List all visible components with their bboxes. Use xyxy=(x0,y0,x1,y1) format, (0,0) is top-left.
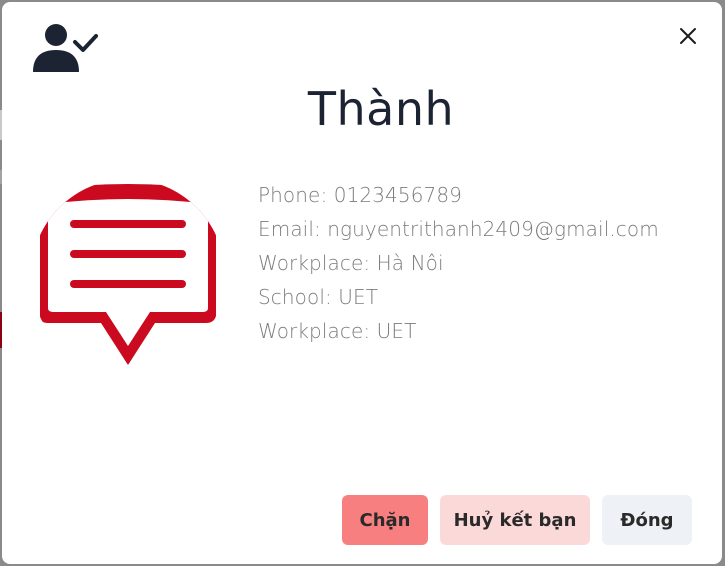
close-button[interactable] xyxy=(674,22,702,50)
profile-modal: Thành Phone: 0123456789 Email: nguyentri… xyxy=(2,2,722,564)
user-check-icon xyxy=(32,22,98,76)
unfriend-button[interactable]: Huỷ kết bạn xyxy=(440,495,590,545)
modal-footer: Chặn Huỷ kết bạn Đóng xyxy=(342,495,692,545)
email-text: Email: nguyentrithanh2409@gmail.com xyxy=(258,217,659,241)
avatar xyxy=(32,180,224,370)
close-icon xyxy=(680,28,696,44)
workplace-text: Workplace: Hà Nôi xyxy=(258,251,444,275)
block-button[interactable]: Chặn xyxy=(342,495,428,545)
profile-details: Phone: 0123456789 Email: nguyentrithanh2… xyxy=(258,180,659,350)
chat-bubble-icon xyxy=(32,180,224,370)
phone-text: Phone: 0123456789 xyxy=(258,183,462,207)
school-text: School: UET xyxy=(258,285,379,309)
workplace-text-2: Workplace: UET xyxy=(258,319,417,343)
profile-name-title: Thành xyxy=(307,82,455,136)
close-dialog-button[interactable]: Đóng xyxy=(602,495,692,545)
